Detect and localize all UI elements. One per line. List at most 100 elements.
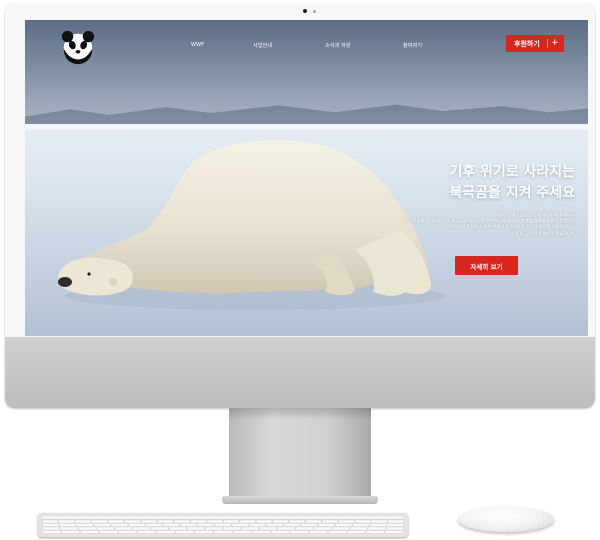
keyboard-key bbox=[42, 523, 60, 527]
keyboard-key bbox=[214, 523, 232, 527]
keyboard-key bbox=[321, 519, 338, 524]
camera-sensor bbox=[313, 9, 316, 13]
keyboard-key bbox=[111, 523, 128, 527]
keyboard-key bbox=[99, 530, 119, 534]
imac-stand bbox=[229, 408, 371, 500]
keyboard-key bbox=[259, 526, 278, 531]
screen-bezel: WWF 사업안내 소식과 자원 참여하기 후원하기 + 기후 위기로 사라지는 … bbox=[5, 3, 595, 337]
keyboard-key bbox=[194, 530, 214, 534]
keyboard-key bbox=[128, 523, 146, 527]
donate-button-label: 후원하기 bbox=[514, 39, 540, 48]
keyboard-key bbox=[366, 530, 385, 534]
nav-link-get-involved[interactable]: 참여하기 bbox=[403, 42, 422, 49]
keyboard-key bbox=[78, 526, 97, 531]
keyboard-key bbox=[239, 519, 256, 524]
imac-device: WWF 사업안내 소식과 자원 참여하기 후원하기 + 기후 위기로 사라지는 … bbox=[5, 3, 595, 408]
keyboard-key bbox=[256, 519, 273, 524]
keyboard-key bbox=[42, 526, 60, 531]
keyboard-key bbox=[249, 523, 266, 527]
stand-shadow bbox=[229, 408, 371, 420]
keyboard-key bbox=[232, 530, 252, 534]
keyboard-key bbox=[352, 523, 370, 527]
keyboard-key bbox=[231, 523, 249, 527]
keyboard-key bbox=[168, 526, 187, 531]
keyboard-key bbox=[173, 519, 190, 524]
keyboard-key bbox=[283, 523, 301, 527]
hero-title-line: 기후 위기로 사라지는 bbox=[449, 164, 575, 180]
keyboard-key bbox=[59, 523, 77, 527]
keyboard-key bbox=[300, 523, 318, 527]
nav-link-programs[interactable]: 사업안내 bbox=[253, 42, 272, 49]
donate-button[interactable]: 후원하기 + bbox=[506, 35, 564, 52]
keyboard-key bbox=[156, 530, 176, 534]
keyboard-key bbox=[96, 526, 115, 531]
keyboard-key bbox=[277, 526, 296, 531]
keyboard-key bbox=[368, 526, 386, 531]
keyboard-key bbox=[75, 519, 92, 524]
learn-more-button[interactable]: 자세히 보기 bbox=[455, 256, 518, 275]
keyboard-key bbox=[60, 526, 78, 531]
site-nav: WWF 사업안내 소식과 자원 참여하기 후원하기 + bbox=[25, 20, 588, 70]
keyboard-key bbox=[76, 523, 94, 527]
keyboard-key bbox=[42, 530, 61, 534]
keyboard-key bbox=[289, 519, 306, 524]
keyboard-key bbox=[270, 530, 290, 534]
imac-chin bbox=[5, 337, 595, 408]
keyboard-key bbox=[157, 519, 174, 524]
keyboard-key bbox=[295, 526, 314, 531]
keyboard-key bbox=[206, 519, 223, 524]
keyboard-key bbox=[331, 526, 350, 531]
keyboard-key bbox=[137, 530, 157, 534]
mouse bbox=[458, 506, 554, 532]
keyboard-key bbox=[140, 519, 157, 524]
panda-logo-icon[interactable] bbox=[59, 28, 97, 66]
keyboard-key bbox=[186, 526, 205, 531]
keyboard-key bbox=[251, 530, 271, 534]
donate-separator bbox=[547, 39, 548, 48]
keyboard-key bbox=[272, 519, 289, 524]
keyboard-key bbox=[93, 523, 111, 527]
keyboard-key bbox=[354, 519, 371, 524]
keyboard-key bbox=[223, 519, 240, 524]
nav-link-wwf[interactable]: WWF bbox=[191, 42, 204, 48]
hero-description-line: 바로 지금, 당신의 행동이 필요합니다 bbox=[510, 230, 575, 236]
keyboard-key bbox=[318, 523, 335, 527]
keyboard-key bbox=[371, 519, 388, 524]
hero-title: 기후 위기로 사라지는 북극곰을 지켜 주세요 bbox=[365, 162, 575, 204]
imac-stand-foot bbox=[222, 496, 378, 504]
keyboard-key bbox=[190, 519, 207, 524]
keyboard-key bbox=[91, 519, 108, 524]
keyboard-key bbox=[132, 526, 151, 531]
keyboard-key bbox=[313, 526, 332, 531]
keyboard-key bbox=[124, 519, 141, 524]
camera-icon bbox=[303, 9, 307, 13]
keyboard-key bbox=[289, 530, 309, 534]
keyboard-key bbox=[369, 523, 387, 527]
keyboard-key bbox=[108, 519, 125, 524]
keyboard-key bbox=[42, 519, 59, 524]
keyboard-key bbox=[335, 523, 353, 527]
keyboard-key bbox=[180, 523, 197, 527]
keyboard-key bbox=[308, 530, 328, 534]
website-screen: WWF 사업안내 소식과 자원 참여하기 후원하기 + 기후 위기로 사라지는 … bbox=[25, 20, 588, 336]
keyboard-key bbox=[386, 523, 404, 527]
keyboard-key bbox=[197, 523, 215, 527]
keyboard-key bbox=[347, 530, 366, 534]
keyboard-key bbox=[223, 526, 241, 531]
keyboard-key bbox=[387, 519, 404, 524]
keyboard bbox=[38, 513, 408, 537]
keyboard-key bbox=[241, 526, 259, 531]
keyboard-key bbox=[150, 526, 169, 531]
hero-title-line: 북극곰을 지켜 주세요 bbox=[449, 185, 575, 201]
keyboard-key bbox=[114, 526, 133, 531]
keyboard-key bbox=[266, 523, 284, 527]
keyboard-key bbox=[213, 530, 233, 534]
keyboard-key bbox=[145, 523, 163, 527]
nav-link-news[interactable]: 소식과 자원 bbox=[325, 42, 351, 49]
keyboard-key bbox=[61, 530, 80, 534]
keyboard-key bbox=[118, 530, 138, 534]
keyboard-key bbox=[386, 526, 404, 531]
keyboard-key bbox=[175, 530, 195, 534]
keyboard-keys bbox=[42, 516, 404, 534]
keyboard-key bbox=[385, 530, 404, 534]
